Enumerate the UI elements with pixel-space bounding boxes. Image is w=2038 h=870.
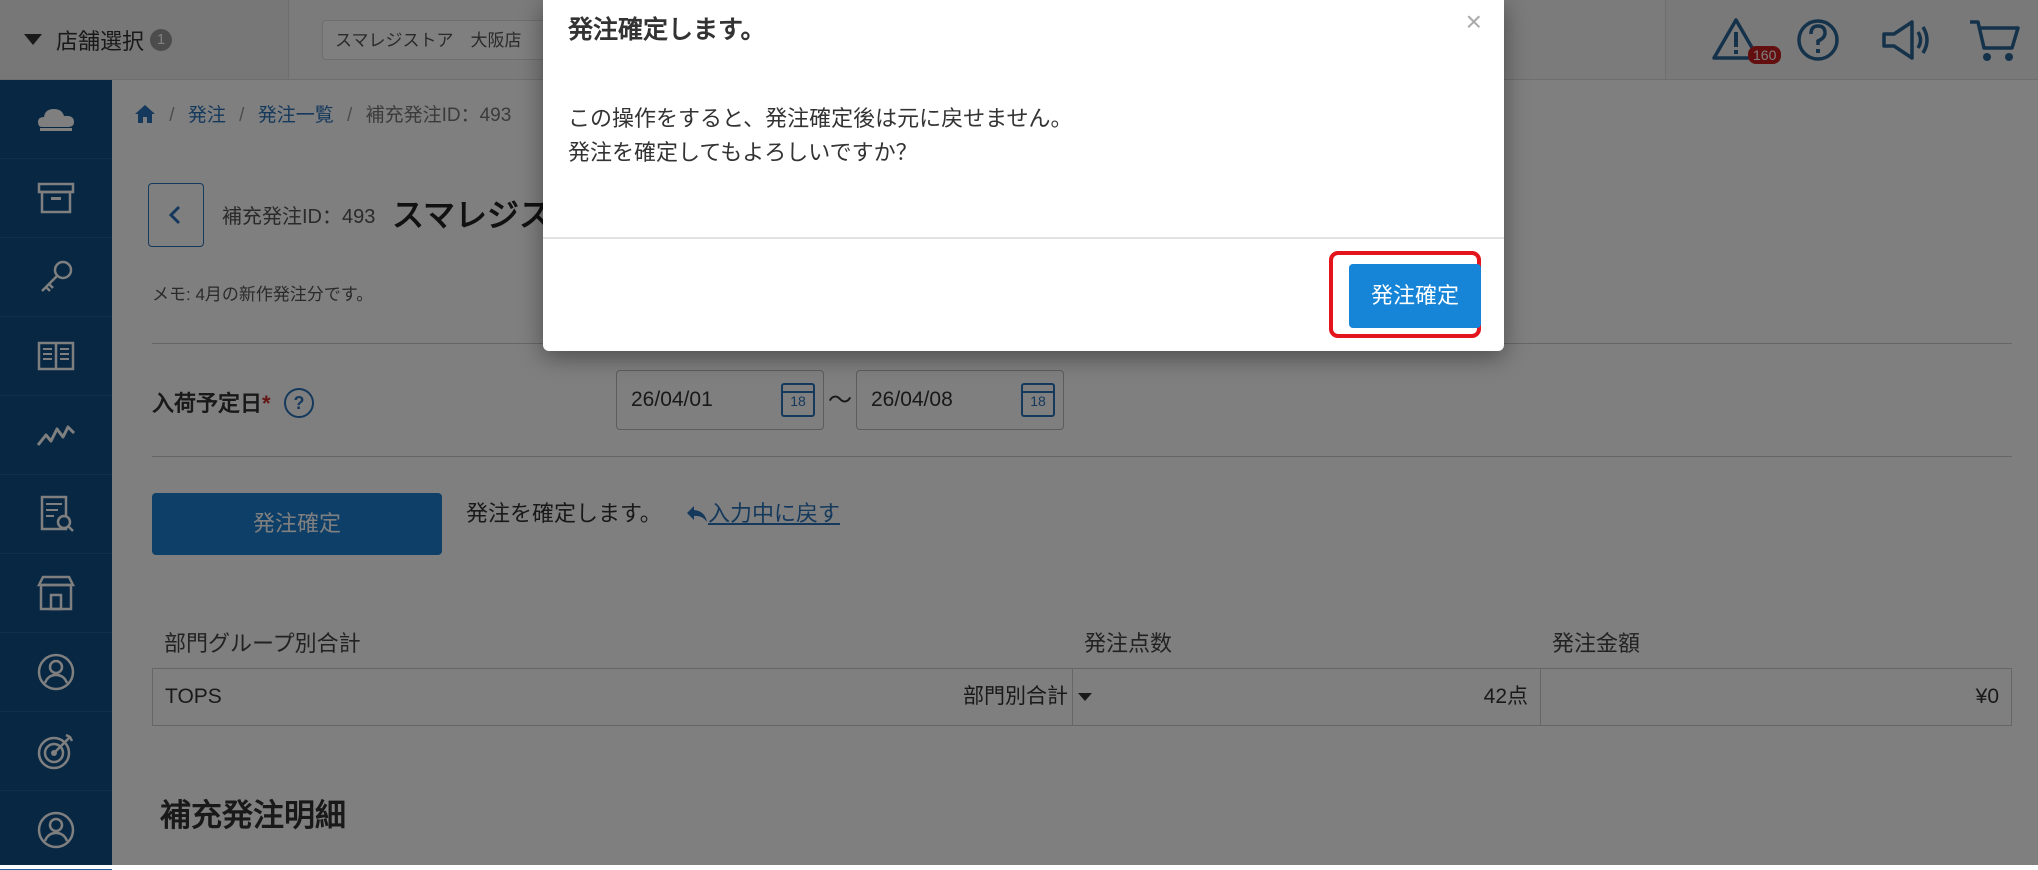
modal-title: 発注確定します。 (568, 16, 766, 44)
modal-confirm-button[interactable]: 発注確定 (1349, 264, 1481, 328)
confirm-modal: 発注確定します。 × この操作をすると、発注確定後は元に戻せません。 発注を確定… (543, 0, 1504, 351)
modal-message-line: この操作をすると、発注確定後は元に戻せません。 (568, 106, 1073, 131)
modal-divider (543, 237, 1504, 239)
modal-body: この操作をすると、発注確定後は元に戻せません。 発注を確定してもよろしいですか？ (568, 102, 1072, 170)
close-icon[interactable]: × (1466, 6, 1482, 38)
modal-message-line: 発注を確定してもよろしいですか？ (568, 140, 918, 165)
